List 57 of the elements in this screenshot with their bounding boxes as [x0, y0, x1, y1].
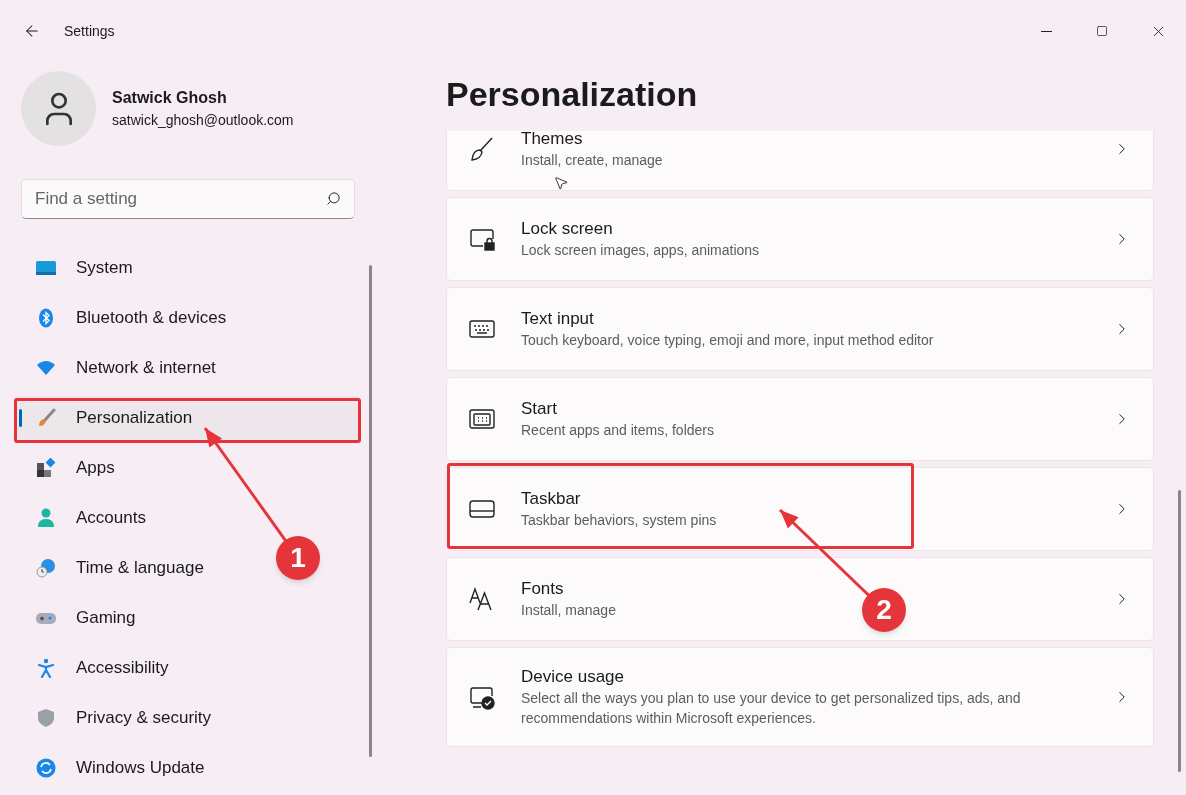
- apps-icon: [36, 458, 56, 478]
- nav-item[interactable]: Accounts: [14, 496, 154, 540]
- nav-item[interactable]: Apps: [14, 446, 123, 490]
- profile-name: Satwick Ghosh: [112, 88, 228, 108]
- card-subtitle: Touch keyboard, voice typing, emoji and more, input method editor: [521, 331, 934, 350]
- globe-clock-icon: [36, 558, 56, 578]
- shield-icon: [36, 708, 56, 728]
- nav-item[interactable]: Windows Update: [14, 746, 213, 790]
- card-title: Device usage: [521, 666, 624, 688]
- search-field[interactable]: Find a setting: [21, 179, 355, 219]
- card-subtitle: Recent apps and items, folders: [521, 421, 714, 440]
- scrollbar[interactable]: [1178, 490, 1181, 772]
- search-icon: [326, 191, 341, 206]
- page-title: Personalization: [446, 74, 699, 115]
- card-title: Start: [521, 398, 557, 420]
- step-number-badge: 1: [276, 536, 320, 580]
- start-menu-icon: [469, 406, 495, 432]
- settings-card[interactable]: Start Recent apps and items, folders: [446, 377, 1154, 461]
- nav-item[interactable]: System: [14, 246, 141, 290]
- update-icon: [36, 758, 56, 778]
- mouse-cursor-icon: [553, 175, 569, 191]
- card-title: Text input: [521, 308, 594, 330]
- bluetooth-icon: [36, 308, 56, 328]
- brush-icon: [469, 136, 495, 162]
- monitor-icon: [36, 258, 56, 278]
- nav-item[interactable]: Network & internet: [14, 346, 224, 390]
- card-title: Taskbar: [521, 488, 581, 510]
- settings-card[interactable]: Themes Install, create, manage: [446, 131, 1154, 191]
- card-subtitle: Install, manage: [521, 601, 616, 620]
- card-subtitle: Install, create, manage: [521, 151, 663, 170]
- window-title: Settings: [64, 21, 115, 41]
- brush-icon: [36, 408, 56, 428]
- card-subtitle: Lock screen images, apps, animations: [521, 241, 760, 260]
- card-title: Lock screen: [521, 218, 613, 240]
- nav-item[interactable]: Privacy & security: [14, 696, 220, 740]
- selection-indicator: [19, 409, 22, 427]
- nav-item[interactable]: Bluetooth & devices: [14, 296, 235, 340]
- maximize-icon: [1096, 25, 1108, 37]
- settings-card[interactable]: Text input Touch keyboard, voice typing, emoji and more, input method editor: [446, 287, 1154, 371]
- person-icon: [36, 508, 56, 528]
- font-icon: [469, 586, 495, 612]
- settings-card[interactable]: Lock screen Lock screen images, apps, animations: [446, 197, 1154, 281]
- card-title: Themes: [521, 131, 583, 150]
- profile-email: satwick_ghosh@outlook.com: [112, 111, 294, 130]
- settings-card[interactable]: Device usage Select all the ways you plan to use your device to get personalized tips, ads, and recommendations within Microsoft experiences.: [446, 647, 1154, 747]
- scrollbar[interactable]: [369, 265, 372, 757]
- nav-item[interactable]: Gaming: [14, 596, 144, 640]
- accessibility-icon: [36, 658, 56, 678]
- minimize-icon: [1040, 30, 1052, 32]
- card-subtitle: Select all the ways you plan to use your device to get personalized tips, ads, and recommendations within Microsoft experiences.: [521, 689, 1022, 728]
- nav-item[interactable]: Accessibility: [14, 646, 177, 690]
- lock-screen-icon: [469, 226, 495, 252]
- card-subtitle: Taskbar behaviors, system pins: [521, 511, 717, 530]
- nav-item[interactable]: Time & language: [14, 546, 212, 590]
- device-check-icon: [469, 684, 495, 710]
- card-title: Fonts: [521, 578, 564, 600]
- settings-card[interactable]: Taskbar Taskbar behaviors, system pins: [446, 467, 1154, 551]
